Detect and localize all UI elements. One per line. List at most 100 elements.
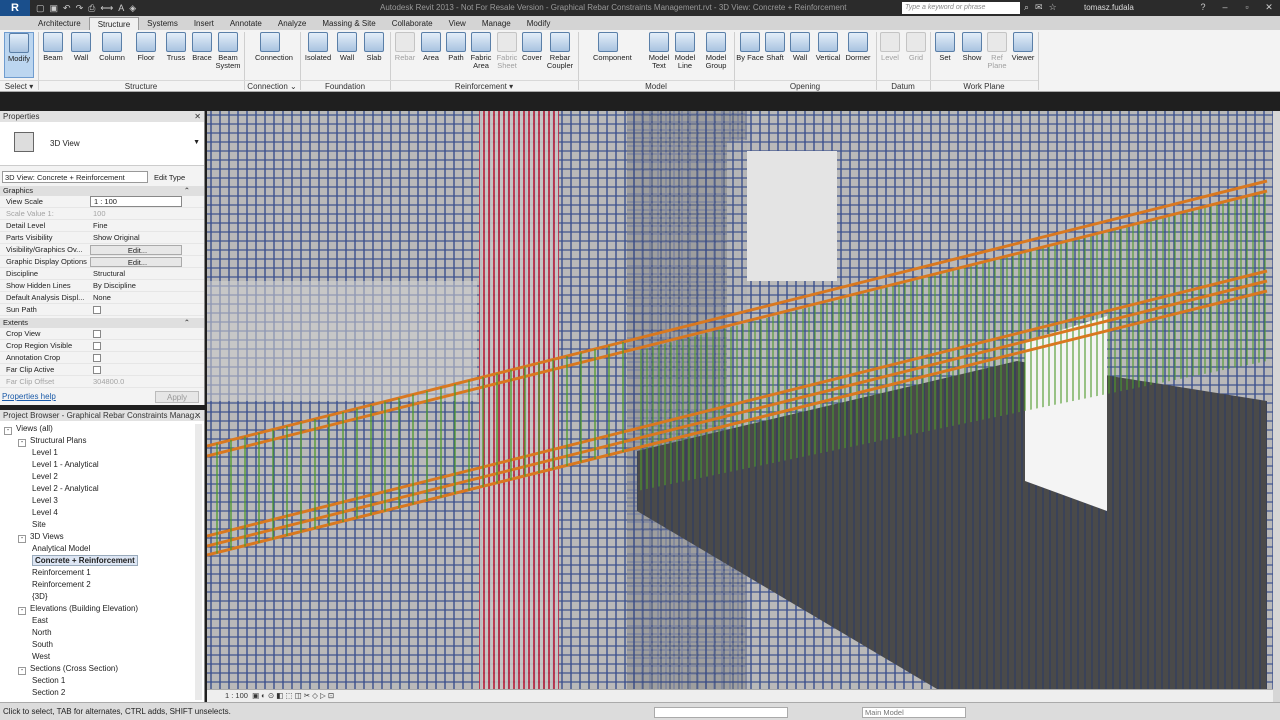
- wall-button[interactable]: Wall: [785, 32, 815, 78]
- save-icon[interactable]: ▣: [50, 3, 59, 14]
- wall-button[interactable]: Wall: [66, 32, 96, 78]
- chevron-down-icon[interactable]: ▼: [193, 139, 200, 146]
- grid-button[interactable]: Grid: [901, 32, 931, 78]
- modify-button[interactable]: Modify: [4, 32, 34, 78]
- tab-structure[interactable]: Structure: [88, 17, 140, 30]
- minimize-icon[interactable]: –: [1214, 0, 1236, 14]
- expand-toggle-icon[interactable]: -: [18, 667, 26, 675]
- close-icon[interactable]: ✕: [1258, 0, 1280, 14]
- tab-manage[interactable]: Manage: [474, 17, 519, 30]
- tab-insert[interactable]: Insert: [186, 17, 222, 30]
- model-line-button[interactable]: Model Line: [670, 32, 700, 78]
- tab-view[interactable]: View: [441, 17, 474, 30]
- checkbox[interactable]: [93, 330, 101, 338]
- close-icon[interactable]: ✕: [194, 410, 201, 421]
- browser-item[interactable]: - Structural Plans: [0, 435, 204, 447]
- property-value[interactable]: Structural: [90, 268, 182, 279]
- browser-item[interactable]: South: [0, 639, 204, 651]
- properties-help-link[interactable]: Properties help: [2, 392, 56, 401]
- dormer-button[interactable]: Dormer: [843, 32, 873, 78]
- expand-toggle-icon[interactable]: -: [18, 535, 26, 543]
- text-icon[interactable]: A: [118, 3, 124, 14]
- beam-button[interactable]: Beam: [38, 32, 68, 78]
- browser-item[interactable]: Reinforcement 2: [0, 579, 204, 591]
- tab-collaborate[interactable]: Collaborate: [384, 17, 441, 30]
- undo-icon[interactable]: ↶: [63, 3, 71, 14]
- property-value[interactable]: Show Original: [90, 232, 182, 243]
- edit-type-button[interactable]: Edit Type: [154, 173, 185, 182]
- view-instance-select[interactable]: 3D View: Concrete + Reinforcement: [2, 171, 148, 183]
- viewer-button[interactable]: Viewer: [1008, 32, 1038, 78]
- tab-systems[interactable]: Systems: [139, 17, 186, 30]
- browser-item[interactable]: -3D Views: [0, 531, 204, 543]
- application-menu-button[interactable]: R: [0, 0, 30, 16]
- rebar-coupler-button[interactable]: Rebar Coupler: [545, 32, 575, 78]
- cover-button[interactable]: Cover: [517, 32, 547, 78]
- tab-architecture[interactable]: Architecture: [30, 17, 89, 30]
- property-checkbox-cell[interactable]: [90, 340, 182, 351]
- floor-button[interactable]: Floor: [131, 32, 161, 78]
- property-checkbox-cell[interactable]: [90, 328, 182, 339]
- tab-analyze[interactable]: Analyze: [270, 17, 314, 30]
- viewport-scrollbar[interactable]: [1273, 111, 1280, 702]
- slab-button[interactable]: Slab: [359, 32, 389, 78]
- 3d-view-icon[interactable]: ◈: [129, 3, 136, 14]
- open-icon[interactable]: ▢: [36, 3, 45, 14]
- browser-item[interactable]: North: [0, 627, 204, 639]
- browser-item[interactable]: Level 1: [0, 447, 204, 459]
- browser-item[interactable]: Concrete + Reinforcement: [0, 555, 204, 567]
- tab-annotate[interactable]: Annotate: [222, 17, 270, 30]
- property-checkbox-cell[interactable]: [90, 304, 182, 315]
- user-name[interactable]: tomasz.fudala: [1084, 3, 1134, 12]
- property-value[interactable]: None: [90, 292, 182, 303]
- edit-button[interactable]: Edit...: [90, 245, 182, 255]
- expand-toggle-icon[interactable]: -: [4, 427, 12, 435]
- view-scale[interactable]: 1 : 100: [225, 691, 248, 700]
- model-group-button[interactable]: Model Group: [701, 32, 731, 78]
- wall-button[interactable]: Wall: [332, 32, 362, 78]
- property-value[interactable]: Fine: [90, 220, 182, 231]
- browser-item[interactable]: West: [0, 651, 204, 663]
- property-value[interactable]: 1 : 100: [90, 196, 182, 207]
- collapse-icon[interactable]: ⌃: [184, 318, 190, 328]
- design-option-select[interactable]: Main Model: [862, 707, 966, 718]
- browser-item[interactable]: Reinforcement 1: [0, 567, 204, 579]
- edit-button[interactable]: Edit...: [90, 257, 182, 267]
- checkbox[interactable]: [93, 354, 101, 362]
- subscription-icon[interactable]: ✉: [1035, 2, 1043, 13]
- type-selector[interactable]: 3D View ▼: [0, 122, 204, 166]
- browser-item[interactable]: Site: [0, 519, 204, 531]
- close-icon[interactable]: ✕: [194, 111, 201, 122]
- browser-item[interactable]: East: [0, 615, 204, 627]
- search-icon[interactable]: ⌕: [1024, 2, 1029, 13]
- browser-item[interactable]: - Elevations (Building Elevation): [0, 603, 204, 615]
- tab-modify[interactable]: Modify: [519, 17, 559, 30]
- beam-system-button[interactable]: Beam System: [213, 32, 243, 78]
- browser-scrollbar[interactable]: [195, 424, 202, 700]
- apply-button[interactable]: Apply: [155, 391, 199, 403]
- browser-item[interactable]: - Sections (Cross Section): [0, 663, 204, 675]
- isolated-button[interactable]: Isolated: [303, 32, 333, 78]
- browser-item[interactable]: Level 3: [0, 495, 204, 507]
- column-button[interactable]: Column: [97, 32, 127, 78]
- help-search-input[interactable]: Type a keyword or phrase: [902, 2, 1020, 14]
- maximize-icon[interactable]: ▫: [1236, 0, 1258, 14]
- browser-item[interactable]: Level 1 - Analytical: [0, 459, 204, 471]
- checkbox[interactable]: [93, 366, 101, 374]
- property-checkbox-cell[interactable]: [90, 352, 182, 363]
- browser-item[interactable]: Level 2 - Analytical: [0, 483, 204, 495]
- 3d-viewport[interactable]: [207, 111, 1273, 689]
- browser-item[interactable]: Level 4: [0, 507, 204, 519]
- vertical-button[interactable]: Vertical: [813, 32, 843, 78]
- set-button[interactable]: Set: [930, 32, 960, 78]
- browser-item[interactable]: Section 2: [0, 687, 204, 699]
- browser-item[interactable]: Analytical Model: [0, 543, 204, 555]
- favorites-icon[interactable]: ☆: [1049, 2, 1057, 13]
- property-value[interactable]: By Discipline: [90, 280, 182, 291]
- property-group-header[interactable]: Extents ⌃: [0, 318, 204, 328]
- browser-item[interactable]: Level 2: [0, 471, 204, 483]
- expand-toggle-icon[interactable]: -: [18, 607, 26, 615]
- browser-item[interactable]: - Views (all): [0, 423, 204, 435]
- connection-button[interactable]: Connection: [255, 32, 293, 78]
- property-checkbox-cell[interactable]: [90, 364, 182, 375]
